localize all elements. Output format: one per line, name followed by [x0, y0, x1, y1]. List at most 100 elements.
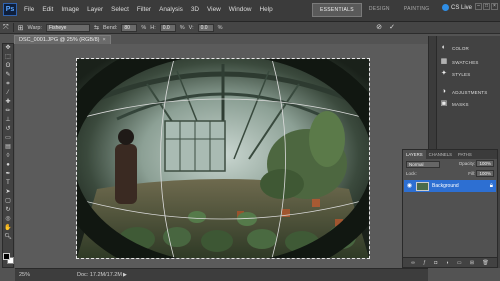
3d-orbit-tool-icon[interactable]: ◎ [3, 215, 13, 224]
tools-panel: ✥ ⬚ ʘ ✎ ⌗ ⁄ ✚ ✏ ⊥ ↺ ▭ ▤ ◊ ● ✒ T ➤ ▢ ↻ ◎ … [2, 43, 14, 268]
panel-styles[interactable]: ✦ STYLES [440, 70, 470, 78]
link-layers-icon[interactable]: ∞ [411, 260, 415, 266]
opacity-label: Opacity: [458, 161, 476, 166]
layers-panel-tabs: LAYERS CHANNELS PATHS [403, 150, 497, 159]
lock-icon: 🔒︎ [489, 182, 493, 189]
maximize-icon[interactable]: □ [483, 3, 490, 10]
tab-layers[interactable]: LAYERS [403, 150, 426, 159]
dodge-tool-icon[interactable]: ● [3, 161, 13, 170]
panel-adjustments-label: ADJUSTMENTS [452, 89, 488, 95]
panel-color[interactable]: ◐ COLOR [440, 44, 469, 52]
visibility-eye-icon[interactable]: ◉ [406, 183, 413, 190]
eyedropper-tool-icon[interactable]: ⁄ [3, 89, 13, 98]
healing-brush-tool-icon[interactable]: ✚ [3, 98, 13, 107]
clone-stamp-tool-icon[interactable]: ⊥ [3, 116, 13, 125]
h-unit: % [179, 24, 185, 31]
menu-select[interactable]: Select [107, 4, 133, 15]
document-image[interactable] [76, 58, 370, 259]
lock-label: Lock: [406, 171, 417, 176]
quick-select-tool-icon[interactable]: ✎ [3, 71, 13, 80]
brush-tool-icon[interactable]: ✏ [3, 107, 13, 116]
move-tool-icon[interactable]: ✥ [3, 44, 13, 53]
workspace-design[interactable]: DESIGN [362, 3, 397, 17]
v-distortion-input[interactable]: 0.0 [197, 23, 214, 32]
workspace-switcher: ESSENTIALS DESIGN PAINTING » [312, 3, 454, 17]
bend-input[interactable]: 80 [121, 23, 138, 32]
3d-rotate-tool-icon[interactable]: ↻ [3, 206, 13, 215]
shape-tool-icon[interactable]: ▢ [3, 197, 13, 206]
fill-input[interactable]: 100% [476, 170, 494, 177]
h-distortion-input[interactable]: 0.0 [159, 23, 176, 32]
blur-tool-icon[interactable]: ◊ [3, 152, 13, 161]
close-document-icon[interactable]: × [102, 37, 105, 43]
adjustments-panel-icon: ◑ [441, 88, 447, 95]
color-panel-icon: ◐ [441, 44, 447, 51]
history-brush-tool-icon[interactable]: ↺ [3, 125, 13, 134]
menu-layer[interactable]: Layer [83, 4, 107, 15]
new-group-icon[interactable]: ▭ [457, 260, 462, 266]
document-tab[interactable]: DSC_0001.JPG @ 25% (RGB/8) × [14, 35, 111, 44]
type-tool-icon[interactable]: T [3, 179, 13, 188]
menu-window[interactable]: Window [225, 4, 256, 15]
styles-panel-icon: ✦ [440, 70, 448, 77]
marquee-tool-icon[interactable]: ⬚ [3, 53, 13, 62]
crop-tool-icon[interactable]: ⌗ [3, 80, 13, 89]
tab-channels[interactable]: CHANNELS [426, 150, 455, 159]
menu-filter[interactable]: Filter [133, 4, 155, 15]
hand-tool-icon[interactable]: ✋ [3, 224, 13, 233]
menu-help[interactable]: Help [256, 4, 277, 15]
lasso-tool-icon[interactable]: ʘ [3, 62, 13, 71]
eraser-tool-icon[interactable]: ▭ [3, 134, 13, 143]
layer-row-background[interactable]: ◉ Background 🔒︎ [404, 180, 496, 192]
panel-masks[interactable]: ▣ MASKS [440, 100, 469, 108]
menu-edit[interactable]: Edit [38, 4, 57, 15]
pen-tool-icon[interactable]: ✒ [3, 170, 13, 179]
bend-label: Bend: [102, 24, 118, 31]
adjustment-layer-icon[interactable]: ◑ [446, 260, 449, 266]
status-menu-arrow-icon[interactable]: ▶ [123, 269, 127, 281]
lock-row: Lock: Fill: 100% [406, 170, 494, 179]
v-unit: % [217, 24, 223, 31]
cancel-transform-icon[interactable]: ⊘ [375, 24, 383, 32]
workspace-essentials[interactable]: ESSENTIALS [312, 3, 362, 17]
swatches-panel-icon: ▦ [440, 58, 448, 65]
add-mask-icon[interactable]: ◘ [434, 260, 437, 266]
panel-adjustments[interactable]: ◑ ADJUSTMENTS [440, 88, 487, 96]
canvas-area[interactable] [15, 44, 428, 268]
menu-3d[interactable]: 3D [187, 4, 203, 15]
warp-style-select[interactable]: Fisheye [45, 23, 90, 32]
layer-name[interactable]: Background [432, 183, 459, 189]
panel-styles-label: STYLES [452, 71, 471, 77]
gradient-tool-icon[interactable]: ▤ [3, 143, 13, 152]
tab-paths[interactable]: PATHS [455, 150, 475, 159]
cs-live-button[interactable]: CS Live [441, 4, 472, 11]
commit-transform-icon[interactable]: ✓ [388, 24, 396, 32]
minimize-icon[interactable]: – [475, 3, 482, 10]
menu-bar: File Edit Image Layer Select Filter Anal… [20, 4, 277, 15]
new-layer-icon[interactable]: ⊞ [470, 260, 474, 266]
zoom-tool-icon[interactable]: 🔍︎ [3, 233, 13, 242]
foreground-color-swatch[interactable] [3, 253, 10, 260]
close-icon[interactable]: × [491, 3, 498, 10]
divider [12, 23, 14, 32]
menu-view[interactable]: View [203, 4, 225, 15]
layer-thumbnail [416, 181, 429, 191]
h-label: H: [150, 24, 156, 31]
zoom-level[interactable]: 25% [19, 269, 30, 281]
blend-mode-select[interactable]: Normal [406, 161, 440, 168]
menu-analysis[interactable]: Analysis [155, 4, 187, 15]
warp-orientation-icon[interactable]: ⊞ [18, 24, 24, 32]
menu-file[interactable]: File [20, 4, 38, 15]
document-size-info: Doc: 17.2M/17.2M [77, 272, 122, 278]
change-orientation-icon[interactable]: ⇆ [94, 24, 99, 31]
fill-label: Fill: [468, 171, 476, 176]
layers-panel-footer: ∞ ƒ ◘ ◑ ▭ ⊞ 🗑︎ [403, 257, 497, 267]
panel-swatches[interactable]: ▦ SWATCHES [440, 58, 479, 66]
opacity-input[interactable]: 100% [476, 160, 494, 167]
workspace-painting[interactable]: PAINTING [397, 3, 437, 17]
menu-image[interactable]: Image [57, 4, 83, 15]
document-title: DSC_0001.JPG @ 25% (RGB/8) [19, 37, 100, 43]
path-selection-tool-icon[interactable]: ➤ [3, 188, 13, 197]
delete-layer-icon[interactable]: 🗑︎ [482, 260, 488, 266]
layer-style-icon[interactable]: ƒ [423, 260, 426, 266]
